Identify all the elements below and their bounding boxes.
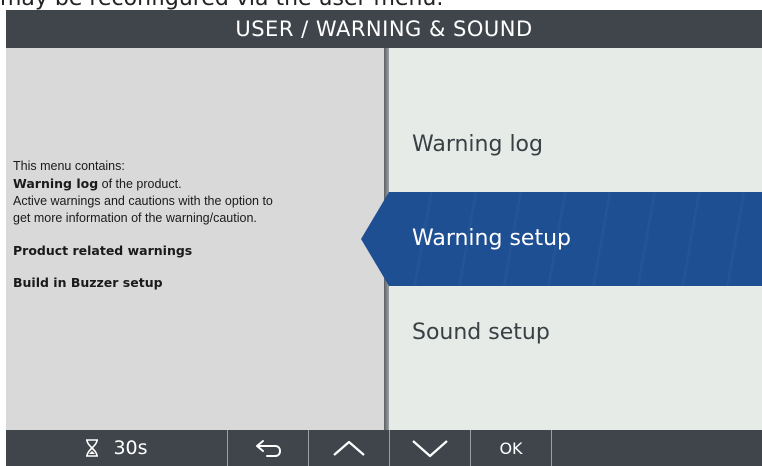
up-button[interactable] <box>309 430 390 466</box>
menu-item-warning-setup[interactable]: Warning setup <box>389 192 762 286</box>
selection-pointer <box>361 192 389 286</box>
menu-item-warning-log[interactable]: Warning log <box>389 98 762 192</box>
description-panel: This menu contains: Warning log of the p… <box>6 48 384 430</box>
ok-label: OK <box>499 438 523 458</box>
device-screen: USER / WARNING & SOUND This menu contain… <box>6 10 762 466</box>
description-warning-log-bold: Warning log <box>13 176 99 191</box>
back-button[interactable] <box>228 430 309 466</box>
description-warning-log-line: Warning log of the product. <box>13 175 373 193</box>
ok-button[interactable]: OK <box>471 430 552 466</box>
description-intro: This menu contains: <box>13 159 125 173</box>
timer-label: 30s <box>113 437 148 459</box>
back-arrow-icon <box>253 438 283 458</box>
chevron-down-icon <box>410 438 450 458</box>
description-warning-log-rest: of the product. <box>98 177 182 191</box>
hourglass-icon <box>85 439 99 457</box>
chevron-up-icon <box>331 438 367 458</box>
description-buzzer-setup: Build in Buzzer setup <box>13 275 163 290</box>
timer-display: 30s <box>6 430 228 466</box>
down-button[interactable] <box>390 430 471 466</box>
description-product-warnings: Product related warnings <box>13 243 193 258</box>
page-title: USER / WARNING & SOUND <box>6 10 762 48</box>
bottom-toolbar: 30s OK <box>6 430 762 466</box>
description-active-line-2: get more information of the warning/caut… <box>13 211 257 225</box>
menu-list: Warning log Warning setup Sound setup <box>389 48 762 430</box>
description-active-line-1: Active warnings and cautions with the op… <box>13 194 273 208</box>
description-text: This menu contains: Warning log of the p… <box>13 158 373 291</box>
menu-item-sound-setup[interactable]: Sound setup <box>389 286 762 380</box>
